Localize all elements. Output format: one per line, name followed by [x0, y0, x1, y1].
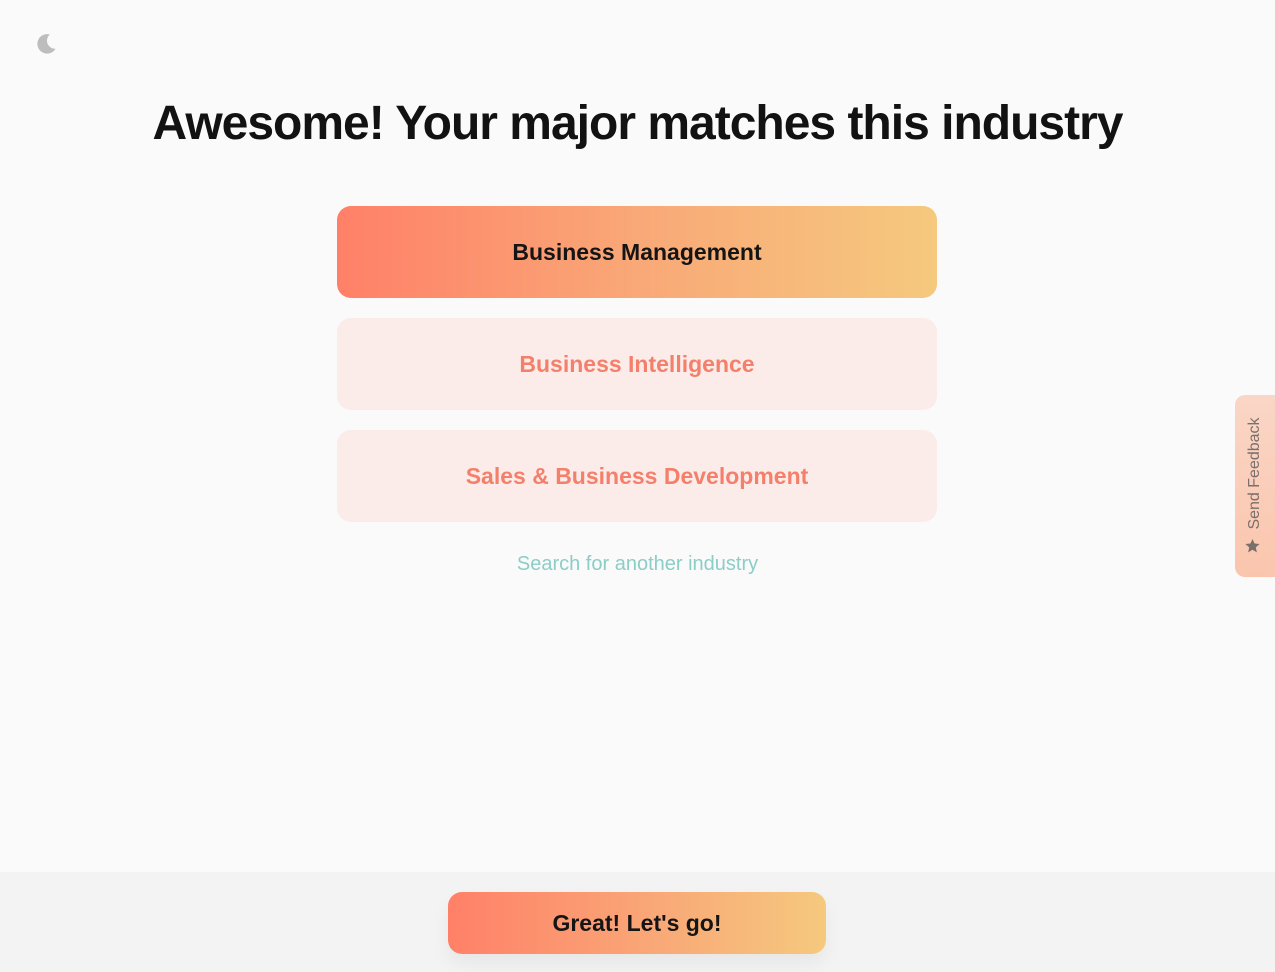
industry-option-label: Business Management [512, 238, 762, 265]
footer-bar: Great! Let's go! [0, 872, 1275, 972]
page-title: Awesome! Your major matches this industr… [152, 97, 1124, 150]
star-icon [1244, 538, 1266, 555]
send-feedback-tab[interactable]: Send Feedback [1235, 395, 1275, 577]
theme-toggle-button[interactable] [32, 30, 60, 58]
continue-button[interactable]: Great! Let's go! [448, 892, 826, 954]
industry-options: Business Management Business Intelligenc… [337, 206, 937, 542]
moon-icon [37, 34, 56, 54]
industry-option-business-management[interactable]: Business Management [337, 206, 937, 298]
industry-option-label: Sales & Business Development [465, 462, 809, 489]
industry-option-label: Business Intelligence [519, 350, 755, 377]
search-another-industry-link[interactable]: Search for another industry [0, 553, 1275, 576]
send-feedback-label: Send Feedback [1246, 417, 1263, 530]
industry-option-sales-business-development[interactable]: Sales & Business Development [337, 430, 937, 522]
industry-option-business-intelligence[interactable]: Business Intelligence [337, 318, 937, 410]
